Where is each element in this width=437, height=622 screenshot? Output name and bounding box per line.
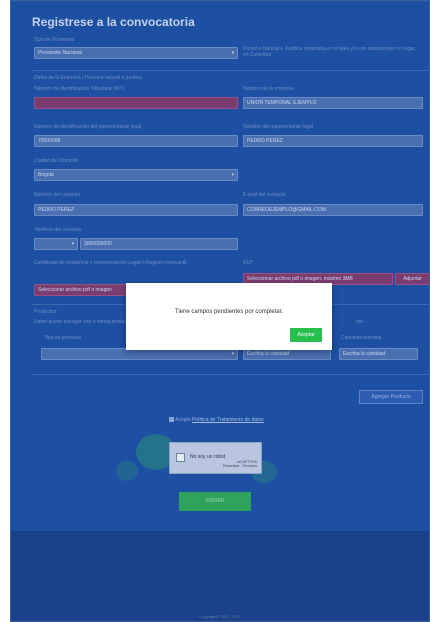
accept-button[interactable]: Aceptar	[290, 328, 322, 342]
alert-message: Tiene campos pendientes por completar.	[174, 309, 284, 315]
alert-dialog: Tiene campos pendientes por completar. A…	[126, 283, 332, 350]
